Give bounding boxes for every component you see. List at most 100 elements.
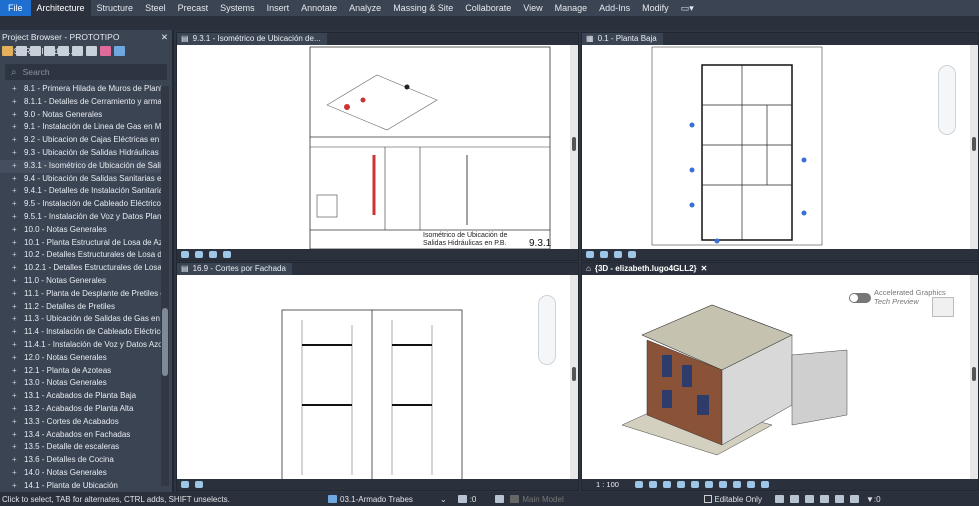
browser-item[interactable]: +8.1.1 - Detalles de Cerramiento y armad… (0, 96, 162, 109)
expand-icon[interactable]: + (12, 339, 24, 352)
expand-icon[interactable]: + (12, 198, 24, 211)
view-tab[interactable]: ▦ 0.1 - Planta Baja (582, 33, 663, 45)
legend-icon[interactable] (86, 46, 97, 56)
browser-item[interactable]: +9.0 - Notas Generales (0, 109, 162, 122)
drawing-canvas[interactable] (582, 45, 970, 249)
editing-requests-icon[interactable] (495, 495, 505, 503)
browser-item[interactable]: +9.5.1 - Instalación de Voz y Datos Plan… (0, 211, 162, 224)
background-process-icon[interactable] (849, 495, 859, 503)
temporary-hide-icon[interactable] (746, 481, 755, 488)
accelerated-graphics-toggle[interactable] (849, 293, 871, 303)
view-tab[interactable]: ▤ 16.9 - Cortes por Fachada (177, 263, 292, 275)
crop-icon[interactable] (209, 251, 217, 258)
ribbon-tab-structure[interactable]: Structure (91, 0, 140, 16)
expand-icon[interactable]: + (12, 365, 24, 378)
close-icon[interactable]: ✕ (161, 30, 168, 44)
expand-icon[interactable]: + (12, 390, 24, 403)
expand-icon[interactable]: + (12, 262, 24, 275)
browser-item[interactable]: +12.1 - Planta de Azoteas (0, 365, 162, 378)
browser-item[interactable]: +13.4 - Acabados en Fachadas (0, 429, 162, 442)
browser-item[interactable]: +9.3.1 - Isométrico de Ubicación de Sali… (0, 159, 162, 173)
filter-icon[interactable]: ▼ (866, 495, 874, 504)
vertical-scrollbar[interactable] (970, 275, 978, 479)
show-crop-icon[interactable] (718, 481, 727, 488)
main-model-select[interactable]: Main Model (522, 495, 672, 504)
ribbon-tab-view[interactable]: View (517, 0, 548, 16)
expand-icon[interactable]: + (12, 313, 24, 326)
browser-scrollbar[interactable] (161, 86, 169, 486)
crop-icon[interactable] (614, 251, 622, 258)
ribbon-tab-annotate[interactable]: Annotate (295, 0, 343, 16)
browser-item[interactable]: +9.4 - Ubicación de Salidas Sanitarias e… (0, 173, 162, 186)
browser-item[interactable]: +10.0 - Notas Generales (0, 224, 162, 237)
schedule-icon[interactable] (44, 46, 55, 56)
select-underlay-icon[interactable] (789, 495, 799, 503)
sun-path-icon[interactable] (662, 481, 671, 488)
ribbon-tab-add-ins[interactable]: Add-Ins (593, 0, 636, 16)
shadows-icon[interactable] (676, 481, 685, 488)
search-input[interactable]: ⌕ Search (5, 64, 167, 80)
browser-item[interactable]: +9.3 - Ubicación de Salidas Hidráulicas … (0, 147, 162, 160)
lightbulb-icon[interactable] (600, 251, 608, 258)
detail-level-icon[interactable] (634, 481, 643, 488)
expand-icon[interactable]: + (12, 249, 24, 262)
expand-icon[interactable]: + (12, 224, 24, 237)
view-sheet-9-3-1[interactable]: ▤ 9.3.1 - Isométrico de Ubicación de... 9… (176, 32, 579, 261)
home-icon[interactable] (2, 46, 13, 56)
scroll-thumb[interactable] (162, 308, 168, 376)
expand-icon[interactable]: + (12, 416, 24, 429)
expand-icon[interactable]: + (12, 441, 24, 454)
browser-item[interactable]: +13.6 - Detalles de Cocina (0, 454, 162, 467)
ribbon-tab-precast[interactable]: Precast (172, 0, 215, 16)
render-icon[interactable] (690, 481, 699, 488)
browser-item[interactable]: +13.3 - Cortes de Acabados (0, 416, 162, 429)
link-icon[interactable] (100, 46, 111, 56)
expand-icon[interactable]: + (12, 403, 24, 416)
editable-only-checkbox[interactable] (704, 495, 713, 503)
browser-item[interactable]: +13.0 - Notas Generales (0, 377, 162, 390)
expand-icon[interactable]: + (12, 301, 24, 314)
expand-icon[interactable]: + (12, 454, 24, 467)
group-icon[interactable] (72, 46, 83, 56)
viewcube-icon[interactable] (932, 297, 954, 317)
reveal-hidden-icon[interactable] (760, 481, 769, 488)
browser-item[interactable]: +11.1 - Planta de Desplante de Pretiles … (0, 288, 162, 301)
browser-item[interactable]: +14.0 - Notas Generales (0, 467, 162, 480)
browser-item[interactable]: +14.1 - Planta de Ubicación (0, 480, 162, 492)
close-tab-icon[interactable]: ✕ (701, 263, 708, 275)
browser-item[interactable]: +11.4.1 - Instalación de Voz y Datos Azo… (0, 339, 162, 352)
expand-icon[interactable]: + (12, 480, 24, 492)
navigation-bar[interactable] (538, 295, 556, 365)
expand-icon[interactable]: + (12, 134, 24, 147)
sheet-icon[interactable] (30, 46, 41, 56)
expand-icon[interactable]: + (12, 185, 24, 198)
design-options-icon[interactable] (457, 495, 467, 503)
browser-item[interactable]: +13.5 - Detalle de escaleras (0, 441, 162, 454)
browser-item[interactable]: +9.4.1 - Detalles de Instalación Sanitar… (0, 185, 162, 198)
ribbon-tab-systems[interactable]: Systems (214, 0, 261, 16)
visual-style-icon[interactable] (648, 481, 657, 488)
expand-icon[interactable]: + (12, 96, 24, 109)
select-links-icon[interactable] (774, 495, 784, 503)
navigation-bar[interactable] (938, 65, 956, 135)
view-tab[interactable]: ▤ 9.3.1 - Isométrico de Ubicación de... (177, 33, 327, 45)
workset-select[interactable]: 03.1-Armado Trabes (340, 495, 440, 504)
browser-item[interactable]: +10.2.1 - Detalles Estructurales de Losa… (0, 262, 162, 275)
lightbulb-icon[interactable] (195, 251, 203, 258)
sun-path-icon[interactable] (181, 251, 189, 258)
expand-icon[interactable]: + (12, 326, 24, 339)
view-icon[interactable] (16, 46, 27, 56)
vertical-scrollbar[interactable] (570, 275, 578, 479)
chevron-down-icon[interactable]: ⌄ (440, 495, 447, 504)
assembly-icon[interactable] (114, 46, 125, 56)
lock-view-icon[interactable] (732, 481, 741, 488)
view-scale[interactable]: 1 : 100 (586, 480, 629, 489)
expand-icon[interactable]: + (12, 352, 24, 365)
drawing-canvas[interactable] (177, 275, 570, 479)
ribbon-tab-manage[interactable]: Manage (549, 0, 594, 16)
browser-item[interactable]: +11.3 - Ubicación de Salidas de Gas en P… (0, 313, 162, 326)
expand-icon[interactable]: + (12, 429, 24, 442)
browser-item[interactable]: +9.1 - Instalación de Linea de Gas en Mu… (0, 121, 162, 134)
browser-item[interactable]: +13.1 - Acabados de Planta Baja (0, 390, 162, 403)
browser-item[interactable]: +11.2 - Detalles de Pretiles (0, 301, 162, 314)
